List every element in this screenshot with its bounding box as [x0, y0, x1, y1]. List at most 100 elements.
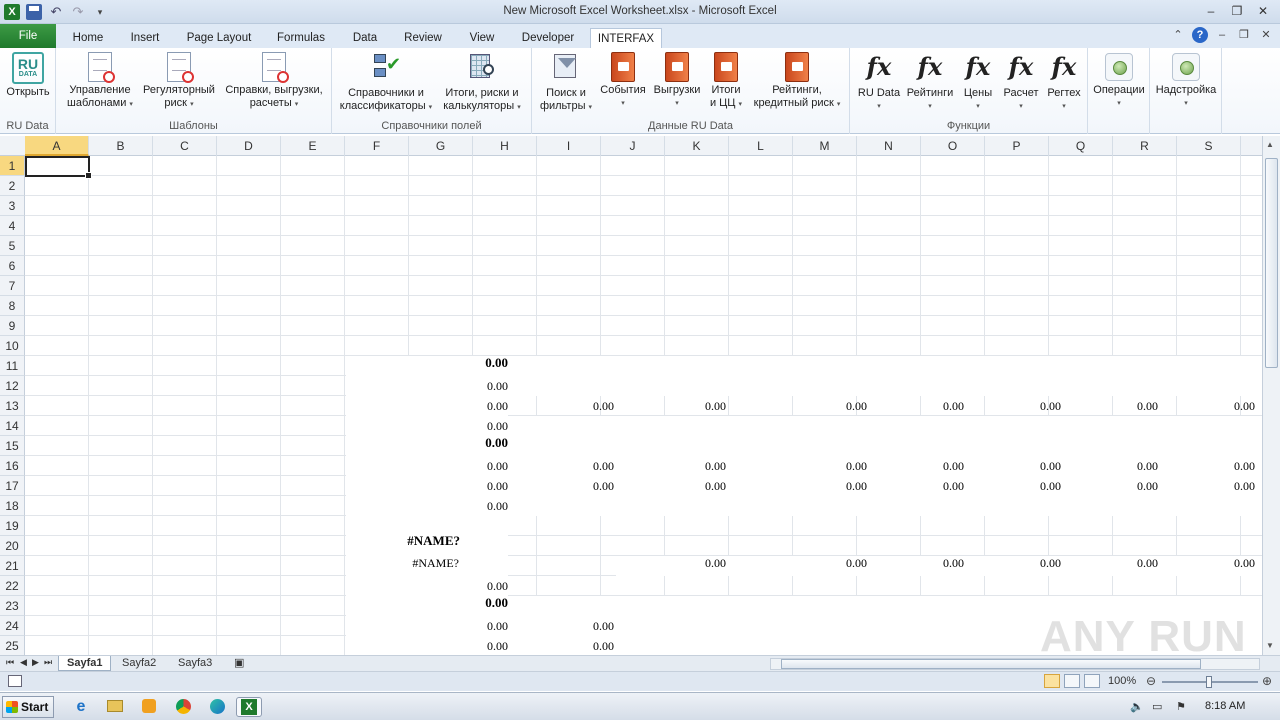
prev-sheet-icon[interactable]: ◀ [20, 657, 27, 668]
vertical-scroll-thumb[interactable] [1265, 158, 1278, 368]
network-icon[interactable]: ▭ [1152, 700, 1162, 713]
column-header[interactable]: M [793, 136, 857, 156]
column-header[interactable]: K [665, 136, 729, 156]
totals-calculators-button[interactable]: Итоги, риски и калькуляторы ▾ [436, 50, 528, 114]
zoom-slider[interactable] [1162, 676, 1258, 688]
column-header[interactable]: F [345, 136, 409, 156]
cell-value[interactable]: 0.00 [388, 636, 508, 655]
restore-icon[interactable]: ❐ [1224, 2, 1250, 20]
row-header[interactable]: 1 [0, 156, 25, 176]
ie-icon[interactable]: e [70, 697, 92, 717]
totals-cc-button[interactable]: Итоги и ЦЦ ▾ [706, 50, 746, 111]
scroll-down-icon[interactable]: ▼ [1266, 641, 1274, 650]
cell-value[interactable]: 0.00 [494, 456, 614, 476]
fx-prices-button[interactable]: fx Цены ▾ [958, 50, 998, 113]
open-button[interactable]: RU DATA Открыть [4, 50, 52, 99]
row-header[interactable]: 23 [0, 596, 25, 616]
insert-sheet-icon[interactable]: ▣ [226, 656, 252, 671]
row-header[interactable]: 14 [0, 416, 25, 436]
row-header[interactable]: 15 [0, 436, 25, 456]
column-header[interactable]: O [921, 136, 985, 156]
minimize-icon[interactable]: – [1198, 2, 1224, 20]
edge-icon[interactable] [206, 697, 228, 717]
row-header[interactable]: 20 [0, 536, 25, 556]
cell-value[interactable]: 0.00 [1135, 396, 1255, 416]
zoom-level[interactable]: 100% [1108, 675, 1136, 687]
sheet-tab-sayfa2[interactable]: Sayfa2 [114, 656, 164, 671]
row-header[interactable]: 8 [0, 296, 25, 316]
fx-regtech-button[interactable]: fx Регтех ▾ [1044, 50, 1084, 113]
cell-value[interactable]: 0.00 [1135, 553, 1255, 573]
column-header[interactable]: P [985, 136, 1049, 156]
cell-value[interactable]: 0.00 [388, 376, 508, 396]
cell-value[interactable]: 0.00 [494, 636, 614, 655]
events-button[interactable]: События ▾ [598, 50, 648, 110]
row-header[interactable]: 9 [0, 316, 25, 336]
ratings-credit-risk-button[interactable]: Рейтинги, кредитный риск ▾ [748, 50, 846, 111]
active-cell-A1[interactable] [25, 156, 92, 179]
cell-value[interactable]: 0.00 [606, 396, 726, 416]
next-sheet-icon[interactable]: ▶ [32, 657, 39, 668]
fx-rudata-button[interactable]: fx RU Data ▾ [856, 50, 902, 113]
zoom-out-icon[interactable]: ⊖ [1146, 674, 1156, 688]
volume-icon[interactable]: 🔈 [1130, 700, 1144, 713]
row-header[interactable]: 17 [0, 476, 25, 496]
media-player-icon[interactable] [138, 697, 160, 717]
column-header[interactable]: R [1113, 136, 1177, 156]
vertical-scrollbar[interactable]: ▲ ▼ [1262, 136, 1280, 655]
row-header[interactable]: 25 [0, 636, 25, 655]
references-exports-button[interactable]: Справки, выгрузки, расчеты ▾ [220, 50, 328, 111]
tab-review[interactable]: Review [396, 28, 450, 48]
row-header[interactable]: 3 [0, 196, 25, 216]
last-sheet-icon[interactable]: ⏭ [44, 657, 52, 668]
fx-ratings-button[interactable]: fx Рейтинги ▾ [904, 50, 956, 113]
row-header[interactable]: 6 [0, 256, 25, 276]
cell-value[interactable]: 0.00 [388, 456, 508, 476]
scroll-up-icon[interactable]: ▲ [1266, 140, 1274, 149]
column-header[interactable]: Q [1049, 136, 1113, 156]
column-header[interactable]: N [857, 136, 921, 156]
page-break-view-button[interactable] [1084, 674, 1100, 688]
cell-value[interactable]: 0.00 [388, 496, 508, 516]
page-layout-view-button[interactable] [1064, 674, 1080, 688]
normal-view-button[interactable] [1044, 674, 1060, 688]
column-header[interactable]: L [729, 136, 793, 156]
tab-insert[interactable]: Insert [122, 28, 168, 48]
column-header[interactable]: B [89, 136, 153, 156]
row-header[interactable]: 19 [0, 516, 25, 536]
cell-value[interactable]: 0.00 [388, 396, 508, 416]
tab-home[interactable]: Home [64, 28, 112, 48]
column-header[interactable]: J [601, 136, 665, 156]
sheet-tab-sayfa3[interactable]: Sayfa3 [170, 656, 220, 671]
fx-calc-button[interactable]: fx Расчет ▾ [1000, 50, 1042, 113]
cell-value[interactable]: 0.00 [1135, 456, 1255, 476]
row-header[interactable]: 5 [0, 236, 25, 256]
tab-developer[interactable]: Developer [512, 28, 584, 48]
column-header[interactable]: G [409, 136, 473, 156]
manage-templates-button[interactable]: Управление шаблонами ▾ [64, 50, 136, 111]
row-header[interactable]: 4 [0, 216, 25, 236]
row-header[interactable]: 22 [0, 576, 25, 596]
cell-value[interactable]: 0.00 [388, 593, 508, 613]
cell-value[interactable]: 0.00 [388, 353, 508, 373]
cell-value[interactable]: #NAME? [340, 531, 460, 551]
tab-interfax[interactable]: INTERFAX [590, 28, 662, 48]
close-icon[interactable]: ✕ [1250, 2, 1276, 20]
row-header[interactable]: 10 [0, 336, 25, 356]
exports-button[interactable]: Выгрузки ▾ [650, 50, 704, 110]
doc-minimize-icon[interactable]: – [1214, 27, 1230, 43]
row-header[interactable]: 21 [0, 556, 25, 576]
row-header[interactable]: 7 [0, 276, 25, 296]
column-header[interactable]: S [1177, 136, 1241, 156]
addin-button[interactable]: Надстройка ▾ [1152, 50, 1220, 110]
tab-view[interactable]: View [460, 28, 504, 48]
zoom-slider-knob[interactable] [1206, 676, 1212, 688]
doc-close-icon[interactable]: ✕ [1258, 27, 1274, 43]
excel-taskbar-icon[interactable]: X [236, 697, 262, 717]
cell-value[interactable]: 0.00 [606, 476, 726, 496]
first-sheet-icon[interactable]: ⏮ [6, 657, 14, 668]
cell-value[interactable]: 0.00 [388, 433, 508, 453]
column-header[interactable]: E [281, 136, 345, 156]
row-header[interactable]: 11 [0, 356, 25, 376]
action-center-icon[interactable]: ⚑ [1176, 700, 1186, 713]
